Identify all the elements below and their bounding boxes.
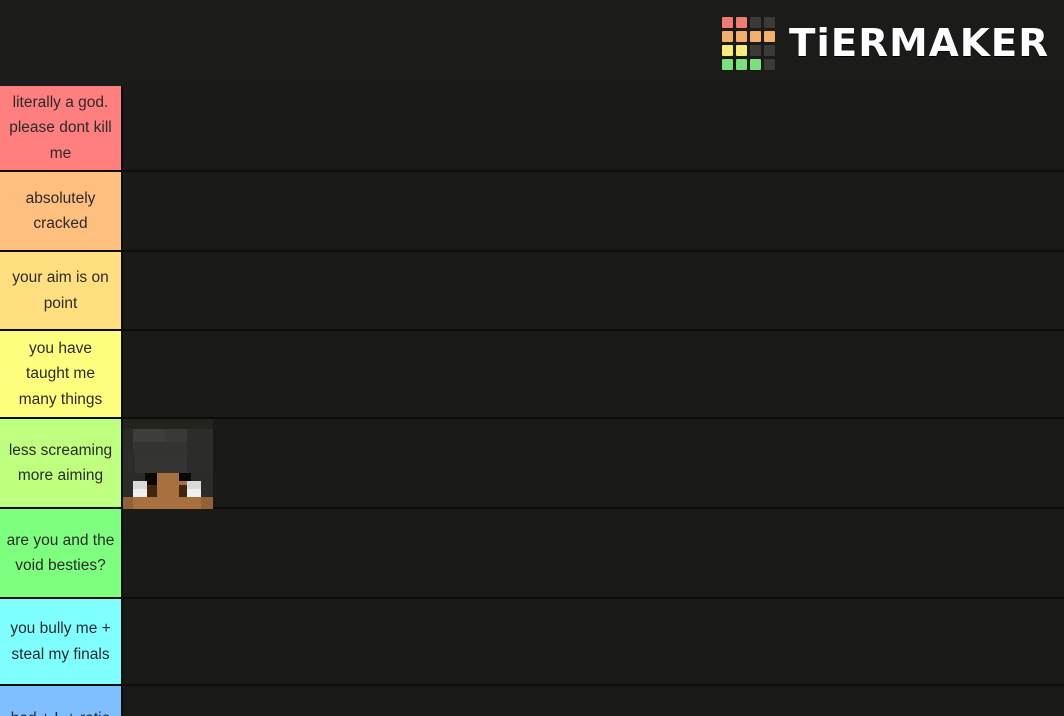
logo-cell-4 [721,30,733,42]
tier-label-2[interactable]: your aim is on point [0,252,123,329]
tier-label-0[interactable]: literally a god. please dont kill me [0,86,123,170]
logo-cell-11 [763,44,775,56]
tier-dropzone-1[interactable] [123,172,1064,250]
app-header: TiERMAKER [0,0,1064,86]
avatar-pixel-20 [123,497,133,509]
logo-cell-2 [749,16,761,28]
tier-label-6[interactable]: you bully me + steal my finals [0,599,123,684]
logo-cell-5 [735,30,747,42]
tier-row: absolutely cracked [0,172,1064,252]
tier-dropzone-3[interactable] [123,331,1064,417]
logo-cell-10 [749,44,761,56]
tier-label-4[interactable]: less screaming more aiming [0,419,123,507]
tiermaker-wordmark: TiERMAKER [788,21,1050,65]
tier-row: you have taught me many things [0,331,1064,419]
logo-cell-3 [763,16,775,28]
tier-row: are you and the void besties? [0,509,1064,599]
tiermaker-logo-grid [721,16,775,70]
tier-label-7[interactable]: bad + L + ratio + garbage + ew /lh [0,686,123,716]
tier-row: less screaming more aiming [0,419,1064,509]
tiermaker-app: TiERMAKER literally a god. please dont k… [0,0,1064,716]
tier-row: literally a god. please dont kill me [0,86,1064,172]
tier-dropzone-5[interactable] [123,509,1064,597]
tier-dropzone-2[interactable] [123,252,1064,329]
avatar-pixel-21 [201,497,213,509]
logo-cell-12 [721,58,733,70]
avatar-pixel-5 [187,429,213,453]
logo-cell-9 [735,44,747,56]
avatar-pixel-4 [123,429,133,453]
tier-dropzone-0[interactable] [123,86,1064,170]
logo-cell-7 [763,30,775,42]
tier-dropzone-4[interactable] [123,419,1064,509]
logo-cell-13 [735,58,747,70]
tier-row: you bully me + steal my finals [0,599,1064,686]
tier-row: bad + L + ratio + garbage + ew /lh [0,686,1064,716]
avatar-pixel-19 [123,497,213,509]
logo-cell-8 [721,44,733,56]
tiermaker-logo[interactable]: TiERMAKER [721,14,1048,72]
tier-row: your aim is on point [0,252,1064,331]
logo-cell-15 [763,58,775,70]
tier-label-3[interactable]: you have taught me many things [0,331,123,417]
logo-cell-14 [749,58,761,70]
logo-cell-0 [721,16,733,28]
tier-dropzone-7[interactable] [123,686,1064,716]
tier-label-1[interactable]: absolutely cracked [0,172,123,250]
tier-list-rows: literally a god. please dont kill me abso… [0,86,1064,716]
avatar-pixel-7 [135,451,187,473]
logo-cell-6 [749,30,761,42]
avatar-pixel-2 [133,429,165,442]
tier-dropzone-6[interactable] [123,599,1064,684]
tier-label-5[interactable]: are you and the void besties? [0,509,123,597]
minecraft-player-head[interactable] [123,419,213,509]
logo-cell-1 [735,16,747,28]
avatar-pixel-3 [165,429,187,442]
